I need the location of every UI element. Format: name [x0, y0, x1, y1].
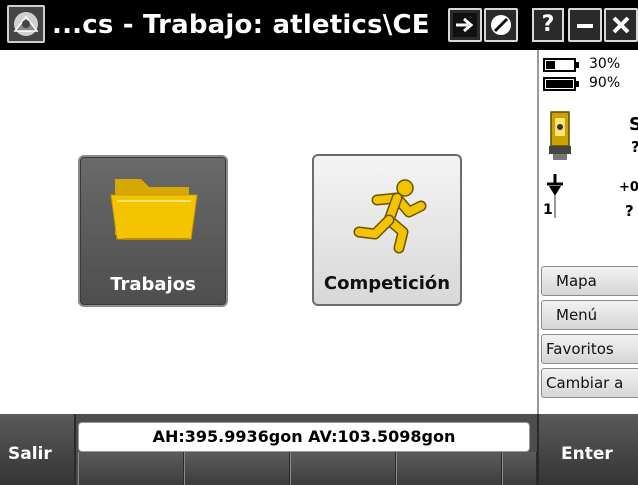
battery-2-status: 90%	[543, 74, 620, 92]
instrument-status[interactable]: S ?	[543, 108, 638, 166]
target-status-line1: +0	[619, 180, 638, 195]
softkey-3[interactable]	[290, 452, 396, 485]
target-status[interactable]: 1 +0 ?	[539, 172, 638, 228]
battery-icon	[543, 76, 581, 91]
target-status-line2: ?	[625, 202, 634, 220]
bottom-bar: Salir AH:395.9936gon AV:103.5098gon Ente…	[0, 414, 638, 485]
running-man-icon	[314, 166, 460, 256]
jobs-tile[interactable]: Trabajos	[78, 155, 228, 307]
total-station-icon	[545, 110, 575, 168]
battery-2-value: 90%	[589, 75, 621, 91]
forward-arrow-icon[interactable]	[448, 8, 482, 42]
favorites-button[interactable]: Favoritos	[541, 334, 638, 364]
angle-readout: AH:395.9936gon AV:103.5098gon	[78, 422, 530, 452]
softkey-4[interactable]	[396, 452, 502, 485]
status-panel: 30% 90% S ?	[537, 50, 638, 414]
exit-button[interactable]: Salir	[0, 414, 76, 485]
competition-tile-label: Competición	[323, 273, 451, 294]
jobs-tile-label: Trabajos	[110, 274, 196, 295]
softkey-5[interactable]	[502, 452, 537, 485]
instrument-status-line2: ?	[631, 138, 638, 156]
competition-tile[interactable]: Competición	[312, 154, 462, 306]
folder-icon	[80, 165, 226, 255]
enter-button[interactable]: Enter	[537, 414, 638, 485]
help-button[interactable]: ?	[532, 8, 564, 42]
close-icon[interactable]	[604, 8, 638, 42]
instrument-status-line1: S	[629, 114, 638, 135]
minimize-icon[interactable]	[568, 8, 602, 42]
battery-1-value: 30%	[589, 56, 621, 72]
softkey-2[interactable]	[184, 452, 290, 485]
circle-slash-icon[interactable]	[484, 8, 518, 42]
titlebar-separator	[522, 0, 526, 50]
title-bar: ...cs - Trabajo: atletics\CE ?	[0, 0, 638, 50]
app-menu-icon[interactable]	[7, 5, 45, 43]
main-area: Trabajos Competición	[0, 50, 537, 414]
map-button[interactable]: Mapa	[541, 266, 638, 296]
target-number: 1	[543, 202, 553, 218]
battery-icon	[543, 57, 581, 72]
switch-to-button[interactable]: Cambiar a	[541, 368, 638, 398]
softkey-1[interactable]	[78, 452, 184, 485]
window-title: ...cs - Trabajo: atletics\CE	[52, 10, 430, 40]
battery-1-status: 30%	[543, 55, 620, 73]
menu-button[interactable]: Menú	[541, 300, 638, 330]
